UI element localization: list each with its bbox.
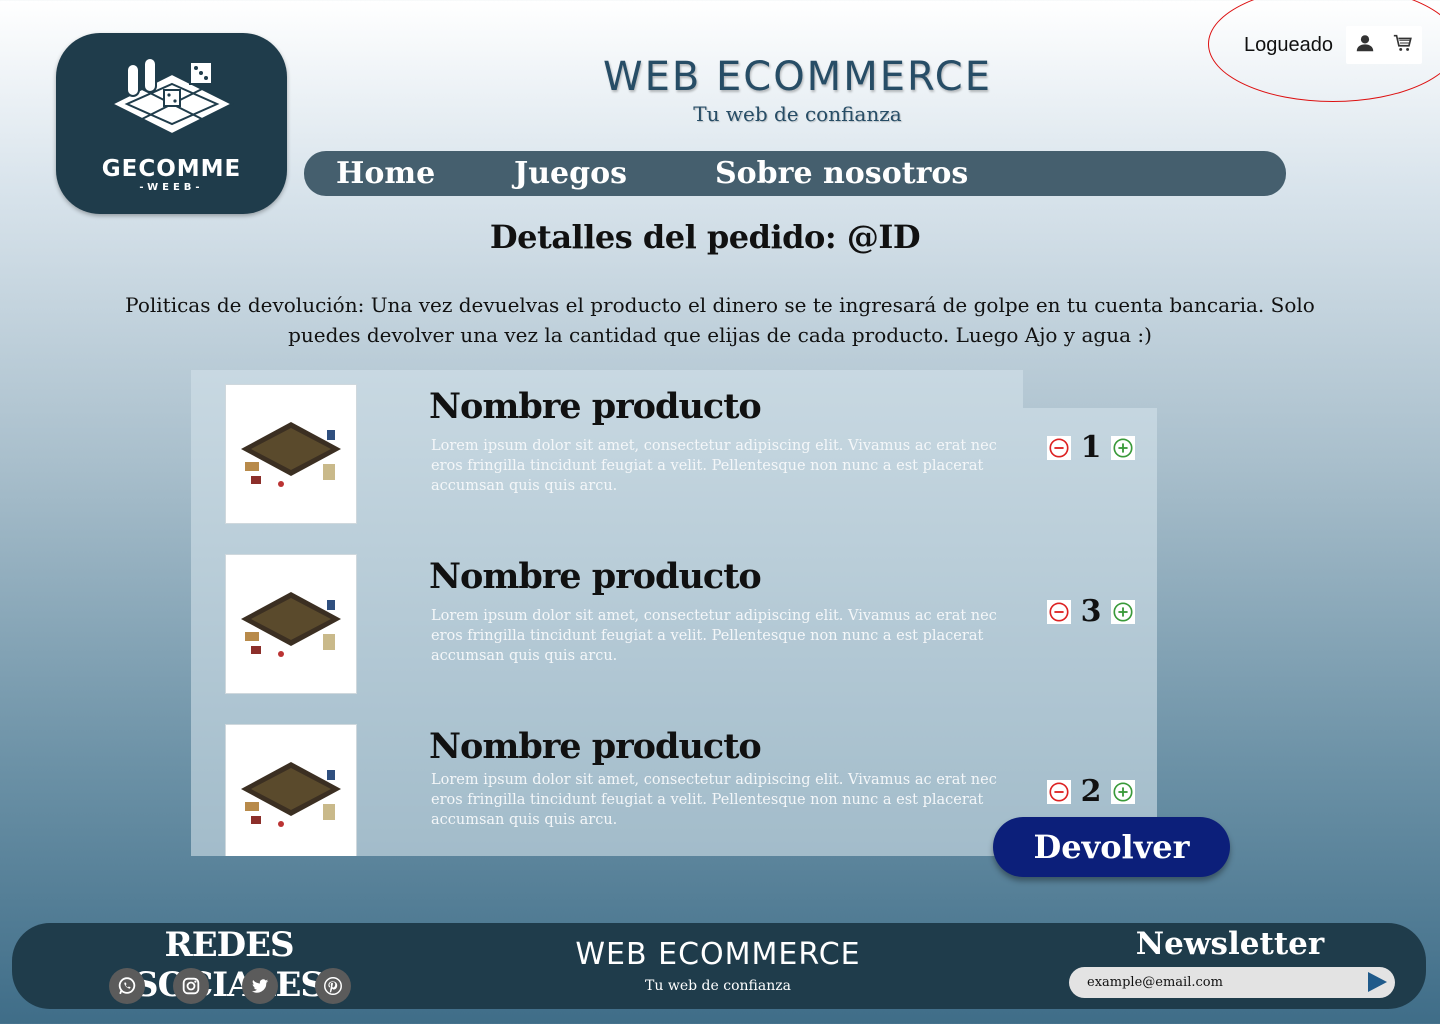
site-title: WEB ECOMMERCE	[603, 54, 992, 100]
pinterest-icon[interactable]	[315, 968, 351, 1004]
return-policy-line-1: Politicas de devolución: Una vez devuelv…	[125, 293, 1315, 317]
plus-icon[interactable]	[1111, 779, 1135, 804]
product-image	[225, 554, 357, 694]
site-subtitle: Tu web de confianza	[693, 102, 902, 126]
whatsapp-icon[interactable]	[109, 968, 145, 1004]
quantity-value: 3	[1080, 594, 1102, 629]
plus-icon[interactable]	[1111, 599, 1135, 624]
plus-icon[interactable]	[1111, 435, 1135, 460]
minus-icon[interactable]	[1047, 599, 1071, 624]
nav-item-juegos[interactable]: Juegos	[514, 156, 627, 191]
return-policy-line-2: puedes devolver una vez la cantidad que …	[288, 323, 1152, 347]
cart-icon[interactable]	[1392, 32, 1414, 58]
newsletter-email-input[interactable]	[1087, 975, 1357, 990]
quantity-stepper: 3	[1047, 594, 1135, 629]
return-button[interactable]: Devolver	[993, 817, 1230, 877]
logo-subtitle: -WEEB-	[139, 182, 204, 193]
return-policy: Politicas de devolución: Una vez devuelv…	[40, 290, 1400, 350]
nav-item-home[interactable]: Home	[336, 156, 435, 191]
site-logo[interactable]: GECOMME -WEEB-	[56, 33, 287, 214]
twitter-icon[interactable]	[242, 968, 278, 1004]
product-description: Lorem ipsum dolor sit amet, consectetur …	[431, 772, 997, 828]
product-description: Lorem ipsum dolor sit amet, consectetur …	[431, 438, 997, 494]
board-game-image-icon	[241, 762, 341, 827]
quantity-value: 2	[1080, 774, 1102, 809]
product-image	[225, 724, 357, 856]
product-image	[225, 384, 357, 524]
product-name: Nombre producto	[429, 556, 762, 597]
newsletter-field	[1069, 967, 1395, 998]
user-area: Logueado	[1232, 26, 1422, 64]
newsletter-title: Newsletter	[1135, 926, 1325, 962]
page-title: Detalles del pedido: @ID	[489, 218, 921, 256]
minus-icon[interactable]	[1047, 779, 1071, 804]
login-status-label: Logueado	[1244, 33, 1333, 56]
send-arrow-icon[interactable]	[1364, 969, 1390, 995]
nav-item-sobre-nosotros[interactable]: Sobre nosotros	[715, 156, 968, 191]
logo-name: GECOMME	[101, 156, 242, 182]
product-description: Lorem ipsum dolor sit amet, consectetur …	[431, 608, 997, 664]
footer-title: WEB ECOMMERCE	[575, 937, 861, 972]
footer-subtitle: Tu web de confianza	[645, 978, 791, 994]
board-game-image-icon	[241, 422, 341, 487]
board-game-image-icon	[241, 592, 341, 657]
quantity-stepper: 2	[1047, 774, 1135, 809]
user-icon[interactable]	[1354, 32, 1376, 58]
board-game-logo-icon	[109, 57, 234, 136]
instagram-icon[interactable]	[173, 968, 209, 1004]
main-nav: Home Juegos Sobre nosotros	[304, 151, 1286, 196]
user-icons	[1346, 26, 1422, 64]
product-row: Nombre producto Lorem ipsum dolor sit am…	[225, 384, 1165, 524]
quantity-stepper: 1	[1047, 430, 1135, 465]
product-name: Nombre producto	[429, 726, 762, 767]
product-name: Nombre producto	[429, 386, 762, 427]
product-row: Nombre producto Lorem ipsum dolor sit am…	[225, 554, 1165, 694]
quantity-value: 1	[1080, 430, 1102, 465]
minus-icon[interactable]	[1047, 435, 1071, 460]
